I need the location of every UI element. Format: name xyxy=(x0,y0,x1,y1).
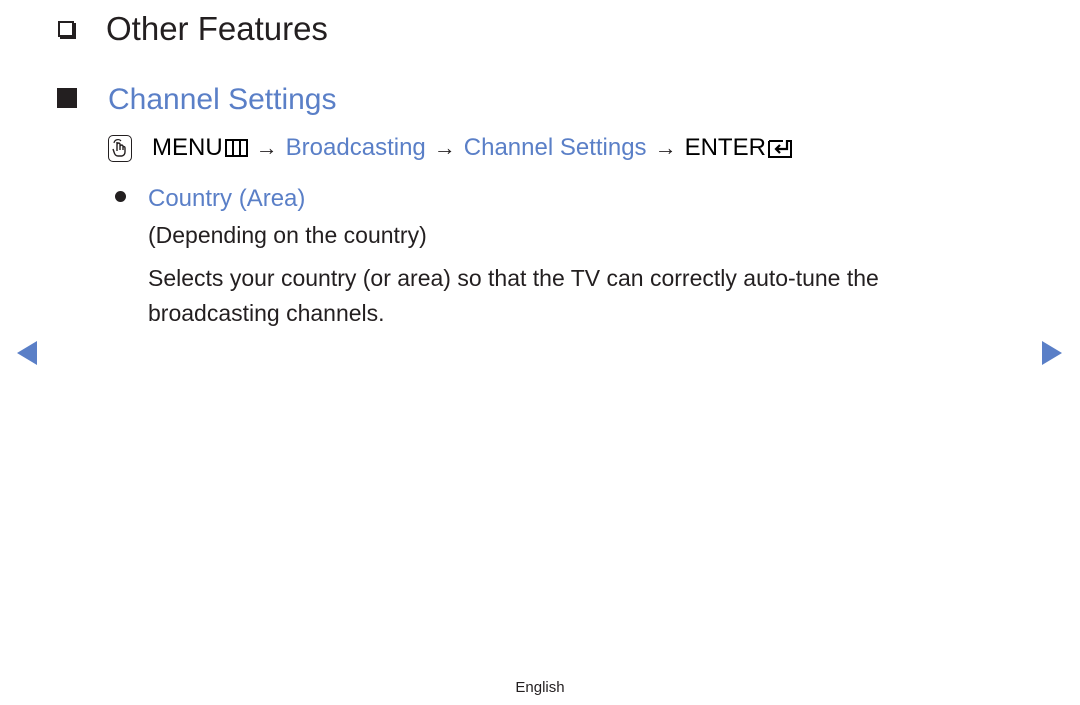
menu-path: MENU → Broadcasting → Channel Settings →… xyxy=(108,134,793,162)
enter-label: ENTER xyxy=(684,134,766,161)
section-title: Channel Settings xyxy=(108,83,337,116)
arrow-1: → xyxy=(255,135,278,160)
item-note: (Depending on the country) xyxy=(148,222,427,248)
footer-language: English xyxy=(515,679,565,696)
item-title: Country (Area) xyxy=(148,185,306,212)
checkbox-outline-icon xyxy=(58,21,74,37)
arrow-2: → xyxy=(433,135,456,160)
triangle-right-icon[interactable] xyxy=(1042,341,1062,365)
path-step-broadcasting: Broadcasting xyxy=(285,134,426,161)
menu-grid-icon xyxy=(224,139,248,157)
menu-label: MENU xyxy=(152,134,223,161)
item-description: Selects your country (or area) so that t… xyxy=(148,265,879,326)
remote-touch-icon xyxy=(108,134,132,162)
page-title: Other Features xyxy=(106,10,328,47)
path-step-channel-settings: Channel Settings xyxy=(463,134,647,161)
filled-square-icon xyxy=(57,88,77,108)
triangle-left-icon[interactable] xyxy=(17,341,37,365)
enter-return-icon xyxy=(767,138,793,159)
bullet-dot-icon xyxy=(115,191,126,202)
arrow-3: → xyxy=(654,135,677,160)
